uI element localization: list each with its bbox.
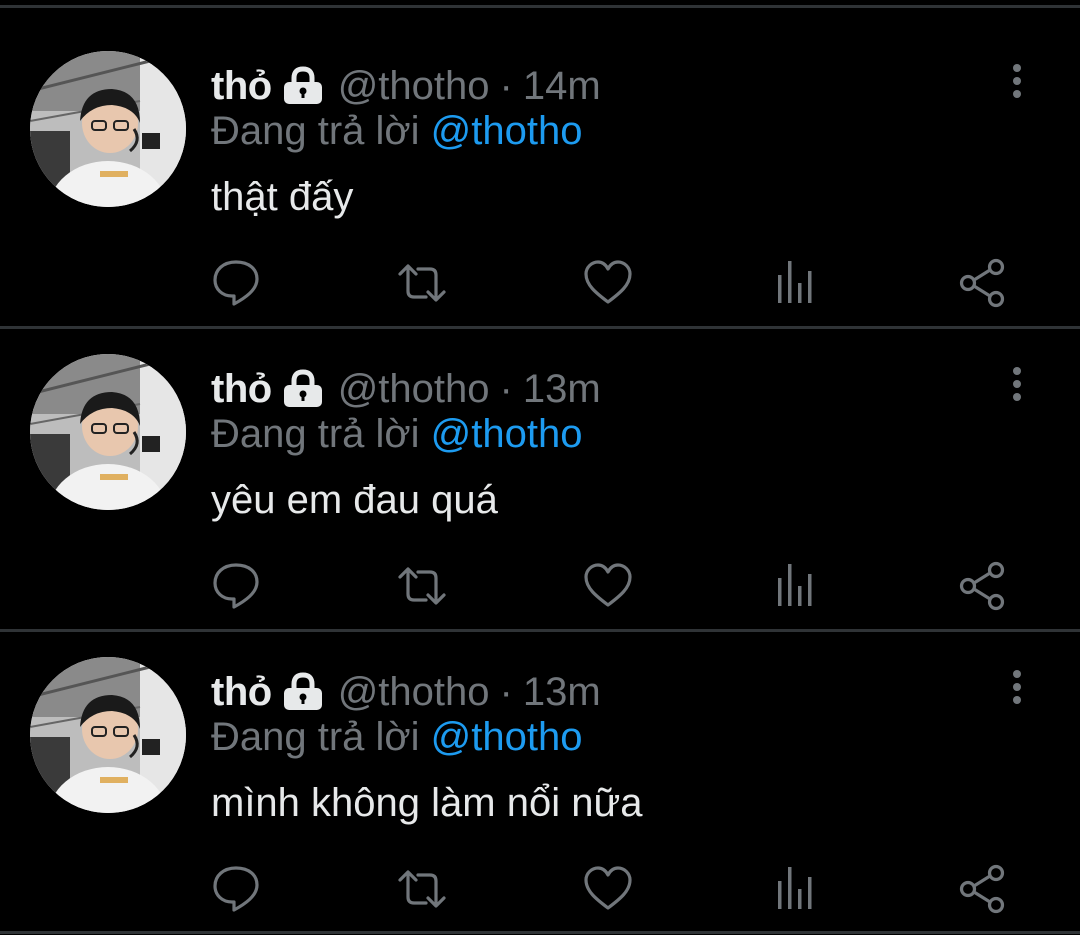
heart-icon[interactable] bbox=[582, 863, 634, 915]
reply-prefix: Đang trả lời bbox=[211, 715, 420, 759]
tweet[interactable]: thỏ @thotho · 13m Đang trả lời @thotho m… bbox=[0, 611, 1080, 914]
reply-prefix: Đang trả lời bbox=[211, 109, 420, 153]
tweet-text: yêu em đau quá bbox=[211, 478, 498, 522]
avatar[interactable] bbox=[30, 657, 186, 813]
share-icon[interactable] bbox=[956, 560, 1008, 612]
tweet-header: thỏ @thotho · 13m bbox=[211, 364, 601, 414]
heart-icon[interactable] bbox=[582, 560, 634, 612]
tweet[interactable]: thỏ @thotho · 14m Đang trả lời @thotho t… bbox=[0, 5, 1080, 308]
action-bar bbox=[0, 560, 1080, 616]
tweet-text: thật đấy bbox=[211, 175, 354, 219]
user-handle[interactable]: @thotho bbox=[338, 670, 490, 715]
bar-chart-icon[interactable] bbox=[770, 257, 822, 309]
tweet-header: thỏ @thotho · 13m bbox=[211, 667, 601, 717]
bar-chart-icon[interactable] bbox=[770, 863, 822, 915]
display-name[interactable]: thỏ bbox=[211, 64, 272, 109]
reply-context: Đang trả lời @thotho bbox=[211, 412, 583, 457]
more-vertical-icon[interactable] bbox=[1002, 669, 1032, 709]
action-bar bbox=[0, 863, 1080, 919]
timestamp[interactable]: 14m bbox=[523, 64, 601, 109]
avatar[interactable] bbox=[30, 354, 186, 510]
user-handle[interactable]: @thotho bbox=[338, 367, 490, 412]
more-vertical-icon[interactable] bbox=[1002, 63, 1032, 103]
separator-dot: · bbox=[499, 669, 513, 714]
lock-icon bbox=[282, 66, 324, 106]
separator-dot: · bbox=[499, 366, 513, 411]
display-name[interactable]: thỏ bbox=[211, 367, 272, 412]
reply-context: Đang trả lời @thotho bbox=[211, 715, 583, 760]
share-icon[interactable] bbox=[956, 863, 1008, 915]
reply-mention[interactable]: @thotho bbox=[431, 109, 583, 153]
display-name[interactable]: thỏ bbox=[211, 670, 272, 715]
reply-mention[interactable]: @thotho bbox=[431, 715, 583, 759]
timestamp[interactable]: 13m bbox=[523, 367, 601, 412]
avatar[interactable] bbox=[30, 51, 186, 207]
tweet-text: mình không làm nổi nữa bbox=[211, 781, 643, 825]
lock-icon bbox=[282, 369, 324, 409]
retweet-icon[interactable] bbox=[396, 863, 448, 915]
tweet[interactable]: thỏ @thotho · 13m Đang trả lời @thotho y… bbox=[0, 308, 1080, 611]
reply-mention[interactable]: @thotho bbox=[431, 412, 583, 456]
reply-bubble-icon[interactable] bbox=[210, 257, 262, 309]
tweet-header: thỏ @thotho · 14m bbox=[211, 61, 601, 111]
user-handle[interactable]: @thotho bbox=[338, 64, 490, 109]
reply-bubble-icon[interactable] bbox=[210, 560, 262, 612]
separator-dot: · bbox=[499, 63, 513, 108]
retweet-icon[interactable] bbox=[396, 257, 448, 309]
reply-bubble-icon[interactable] bbox=[210, 863, 262, 915]
heart-icon[interactable] bbox=[582, 257, 634, 309]
lock-icon bbox=[282, 672, 324, 712]
tweet-feed: thỏ @thotho · 14m Đang trả lời @thotho t… bbox=[0, 0, 1080, 935]
reply-prefix: Đang trả lời bbox=[211, 412, 420, 456]
action-bar bbox=[0, 257, 1080, 313]
share-icon[interactable] bbox=[956, 257, 1008, 309]
retweet-icon[interactable] bbox=[396, 560, 448, 612]
more-vertical-icon[interactable] bbox=[1002, 366, 1032, 406]
timestamp[interactable]: 13m bbox=[523, 670, 601, 715]
divider bbox=[0, 931, 1080, 934]
reply-context: Đang trả lời @thotho bbox=[211, 109, 583, 154]
bar-chart-icon[interactable] bbox=[770, 560, 822, 612]
